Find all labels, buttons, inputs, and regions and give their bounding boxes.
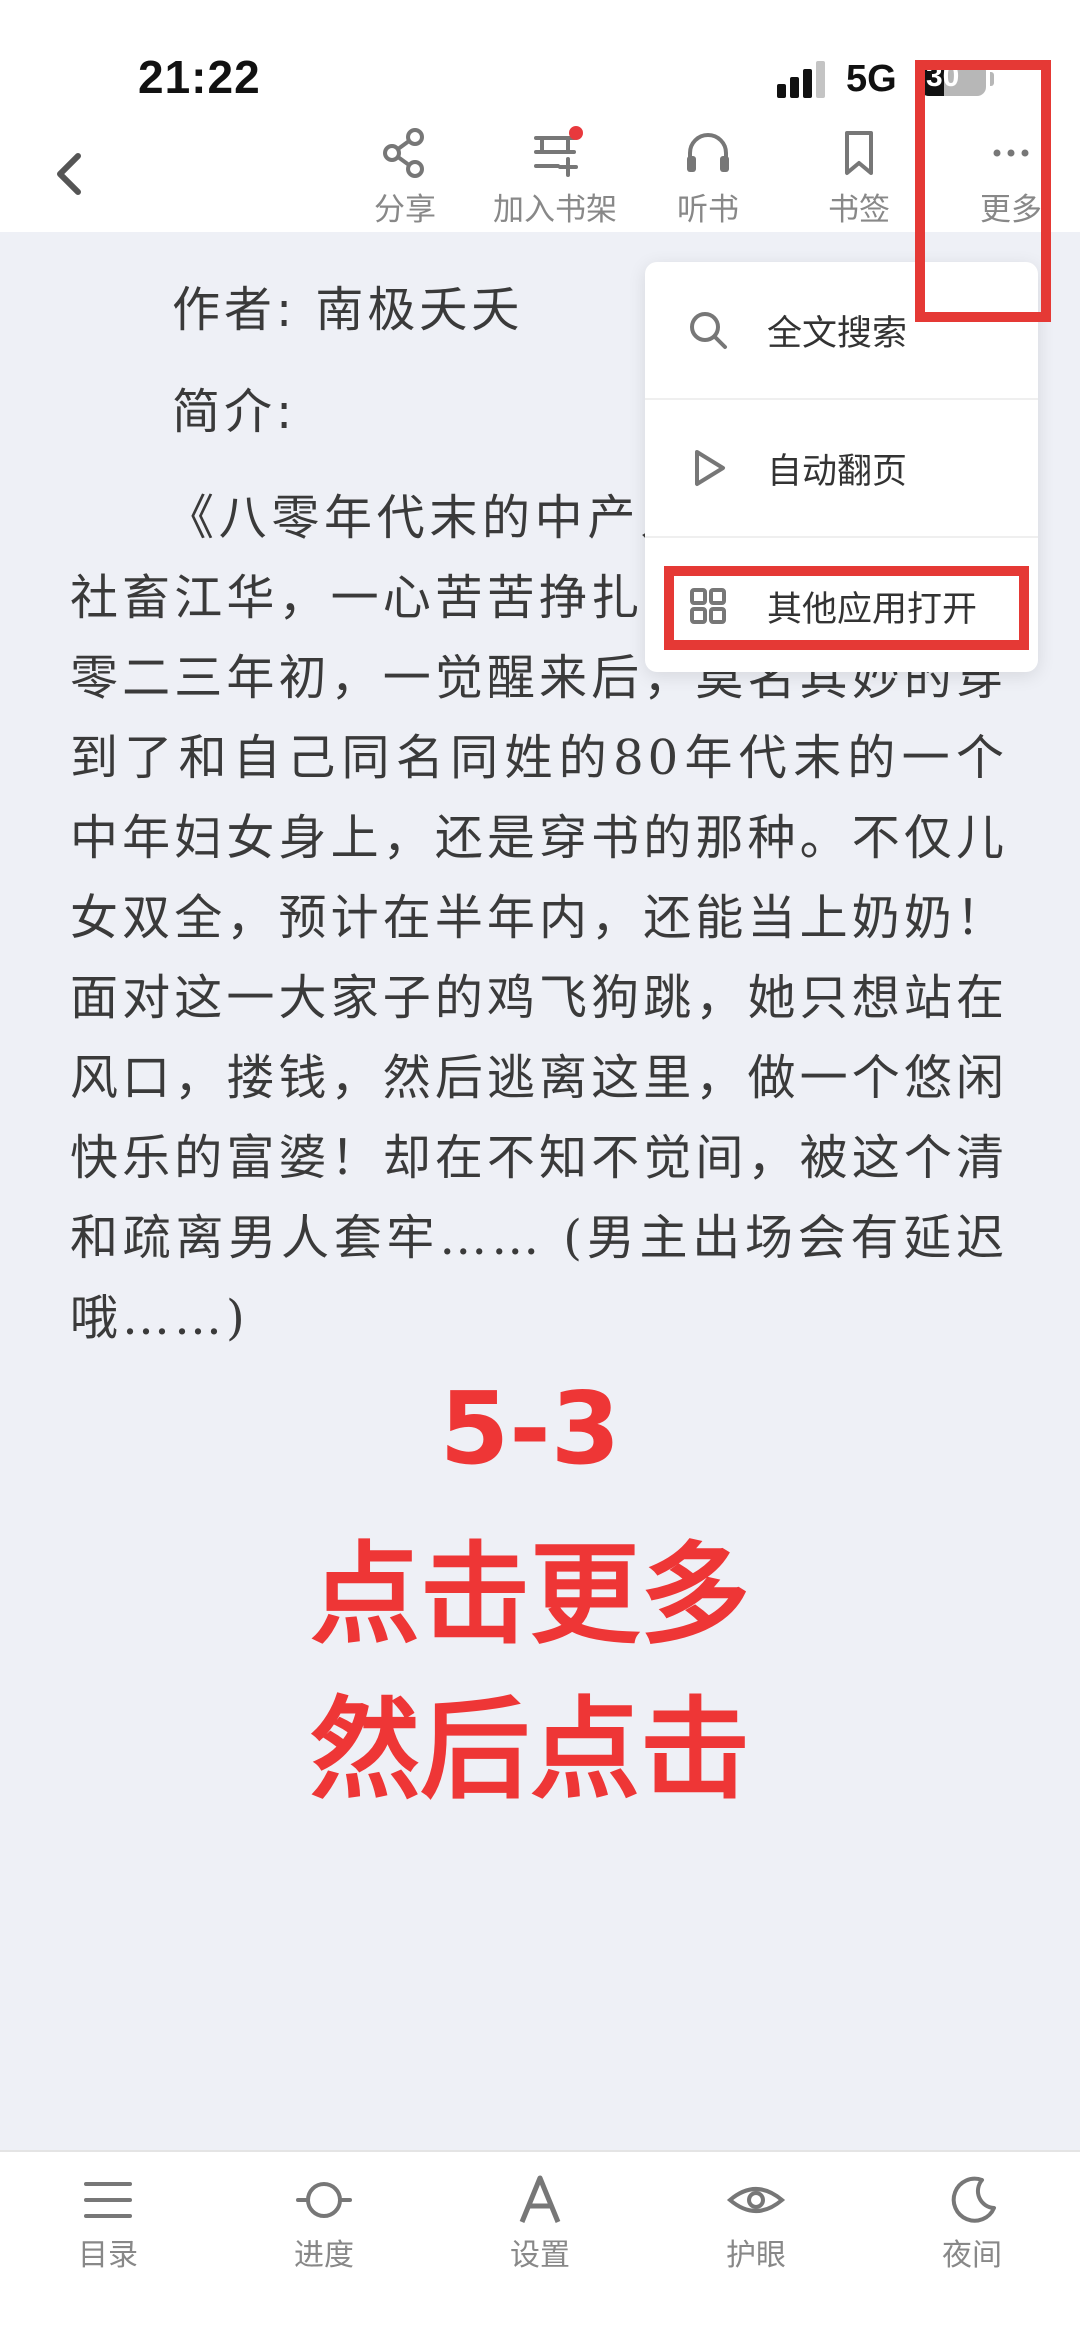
nav-night-mode-button[interactable]: 夜间 [897,2172,1047,2274]
annotation-line1: 点击更多 [310,1531,750,1659]
play-icon [695,450,725,486]
search-icon [690,312,727,349]
listen-button[interactable]: 听书 [633,120,783,232]
highlight-box-more [915,60,1051,322]
nav-toc-label: 目录 [78,2238,138,2273]
auto-page-turn-label: 自动翻页 [767,451,908,492]
add-to-shelf-label: 加入书架 [493,192,617,228]
nav-eye-care-button[interactable]: 护眼 [681,2172,831,2274]
status-time: 21:22 [138,51,261,103]
progress-circle-icon [296,2182,352,2218]
signal-icon [777,61,825,98]
nav-eye-care-label: 护眼 [726,2238,786,2273]
nav-progress-button[interactable]: 进度 [249,2172,399,2274]
eye-icon [726,2187,786,2213]
listen-label: 听书 [677,192,739,228]
nav-progress-label: 进度 [294,2238,354,2273]
share-icon [383,128,424,178]
annotation-line2: 然后点击 [310,1686,750,1814]
bookmark-label: 书签 [828,192,890,228]
back-arrow-icon [57,153,81,195]
full-text-search-label: 全文搜索 [767,313,908,354]
nav-settings-button[interactable]: 设置 [465,2172,615,2274]
book-author: 作者: 南极夭夭 [172,282,524,338]
book-intro-label: 简介: [172,384,297,440]
bottom-nav: 目录 进度 设置 护眼 夜间 [0,2150,1080,2343]
share-label: 分享 [374,192,436,228]
network-type: 5G [846,58,897,100]
font-a-icon [519,2175,561,2223]
notification-dot [569,126,583,140]
menu-item-auto-page-turn[interactable]: 自动翻页 [645,400,1038,536]
bookmark-icon [845,131,873,175]
nav-night-mode-label: 夜间 [942,2238,1002,2273]
share-button[interactable]: 分享 [330,120,480,232]
bookmark-button[interactable]: 书签 [784,120,934,232]
moon-icon [951,2176,996,2223]
back-button[interactable] [40,138,100,210]
headphones-icon [687,133,729,172]
menu-list-icon [84,2182,132,2218]
highlight-box-open-with [664,566,1029,650]
nav-toc-button[interactable]: 目录 [33,2172,183,2274]
annotation-step: 5-3 [439,1370,621,1487]
add-to-shelf-button[interactable]: 加入书架 [480,120,630,232]
nav-settings-label: 设置 [510,2238,570,2273]
